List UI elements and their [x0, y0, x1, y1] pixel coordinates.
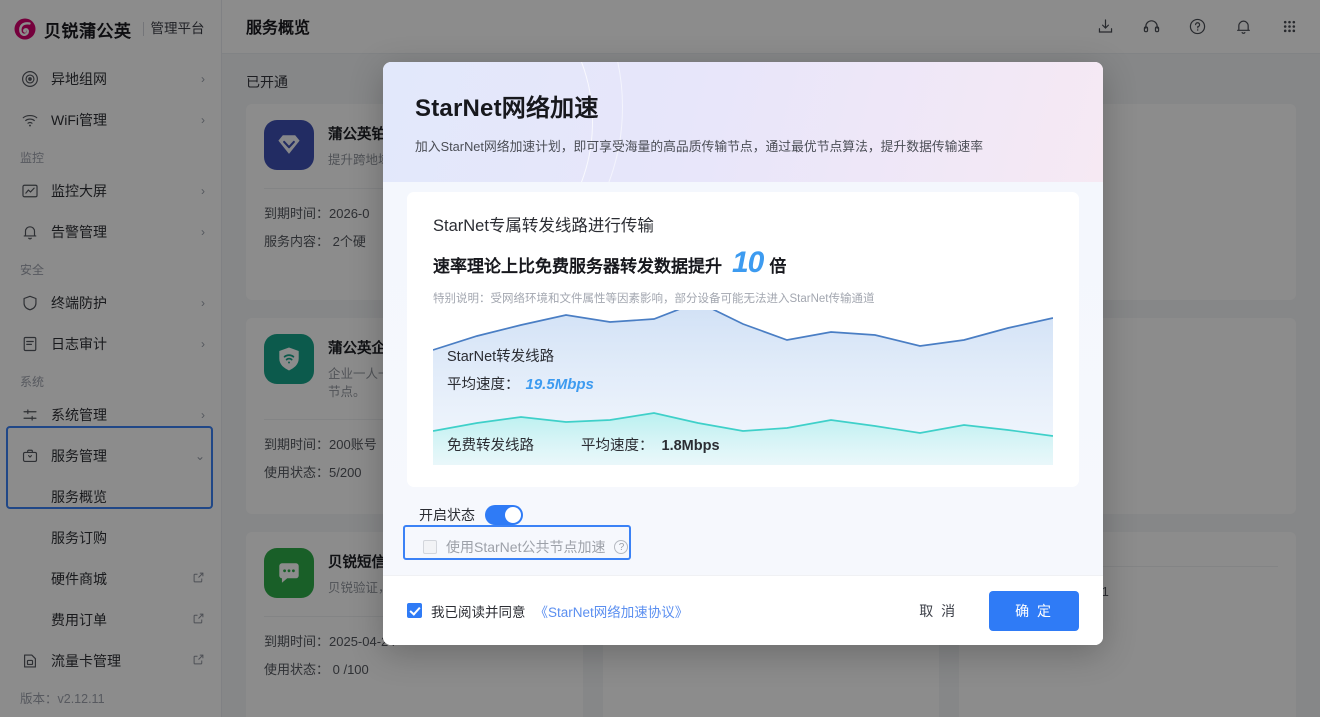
enable-status-toggle[interactable] [485, 505, 523, 525]
chart-series-label-free: 免费转发线路 [447, 438, 534, 454]
promo-line-1: StarNet专属转发线路进行传输 [433, 217, 654, 235]
confirm-button[interactable]: 确 定 [989, 590, 1079, 631]
public-node-label: 使用StarNet公共节点加速 [446, 539, 606, 555]
promo-note: 特别说明：受网络环境和文件属性等因素影响，部分设备可能无法进入StarNet传输… [433, 293, 875, 305]
enable-status-label: 开启状态 [419, 507, 475, 523]
screen-root: 贝锐蒲公英 管理平台 异地组网 › WiFi管理 › 监控 监控大屏 › 告警管… [0, 0, 1320, 717]
question-circle-icon[interactable]: ? [614, 540, 629, 554]
chart-average-free: 平均速度： 1.8Mbps [581, 434, 720, 455]
public-node-option-wrap: 使用StarNet公共节点加速 ? [403, 525, 643, 560]
agreement-checkbox[interactable] [407, 603, 422, 618]
promo-multiplier: 10 [732, 246, 764, 279]
chart-average-value: 19.5Mbps [525, 376, 594, 393]
dialog-footer: 我已阅读并同意 《StarNet网络加速协议》 取 消 确 定 [383, 575, 1103, 645]
promo-line-2-prefix: 速率理论上比免费服务器转发数据提升 [433, 257, 722, 276]
chart-average-label: 平均速度： [581, 438, 654, 454]
promo-panel: StarNet专属转发线路进行传输 速率理论上比免费服务器转发数据提升 10 倍… [407, 192, 1079, 487]
dialog-header: StarNet网络加速 加入StarNet网络加速计划，即可享受海量的高品质传输… [383, 62, 1103, 182]
dialog-subtitle: 加入StarNet网络加速计划，即可享受海量的高品质传输节点，通过最优节点算法，… [415, 139, 984, 154]
cancel-button[interactable]: 取 消 [905, 595, 971, 627]
chart-series-label-starnet: StarNet转发线路 [447, 349, 555, 365]
chart-average-value: 1.8Mbps [661, 438, 720, 454]
agreement-row: 我已阅读并同意 《StarNet网络加速协议》 [407, 601, 688, 621]
promo-line-2: 速率理论上比免费服务器转发数据提升 10 倍 [433, 246, 1053, 280]
promo-line-2-suffix: 倍 [769, 257, 787, 276]
starnet-acceleration-dialog: StarNet网络加速 加入StarNet网络加速计划，即可享受海量的高品质传输… [383, 62, 1103, 645]
speed-comparison-chart: StarNet转发线路 平均速度： 19.5Mbps 免费转发线路 平均速度： 1.… [433, 310, 1053, 465]
dialog-body: StarNet专属转发线路进行传输 速率理论上比免费服务器转发数据提升 10 倍… [383, 182, 1103, 575]
chart-average-label: 平均速度： [447, 377, 520, 393]
public-node-checkbox[interactable] [423, 540, 437, 554]
public-node-option[interactable]: 使用StarNet公共节点加速 ? [415, 537, 643, 557]
agreement-text: 我已阅读并同意 [431, 604, 526, 620]
chart-average-starnet: 平均速度： 19.5Mbps [447, 373, 594, 394]
dialog-title: StarNet网络加速 [415, 95, 599, 122]
agreement-link[interactable]: 《StarNet网络加速协议》 [535, 601, 689, 621]
toggle-knob [505, 507, 521, 523]
dialog-actions: 取 消 确 定 [905, 590, 1079, 631]
enable-status-row: 开启状态 [407, 505, 1079, 525]
